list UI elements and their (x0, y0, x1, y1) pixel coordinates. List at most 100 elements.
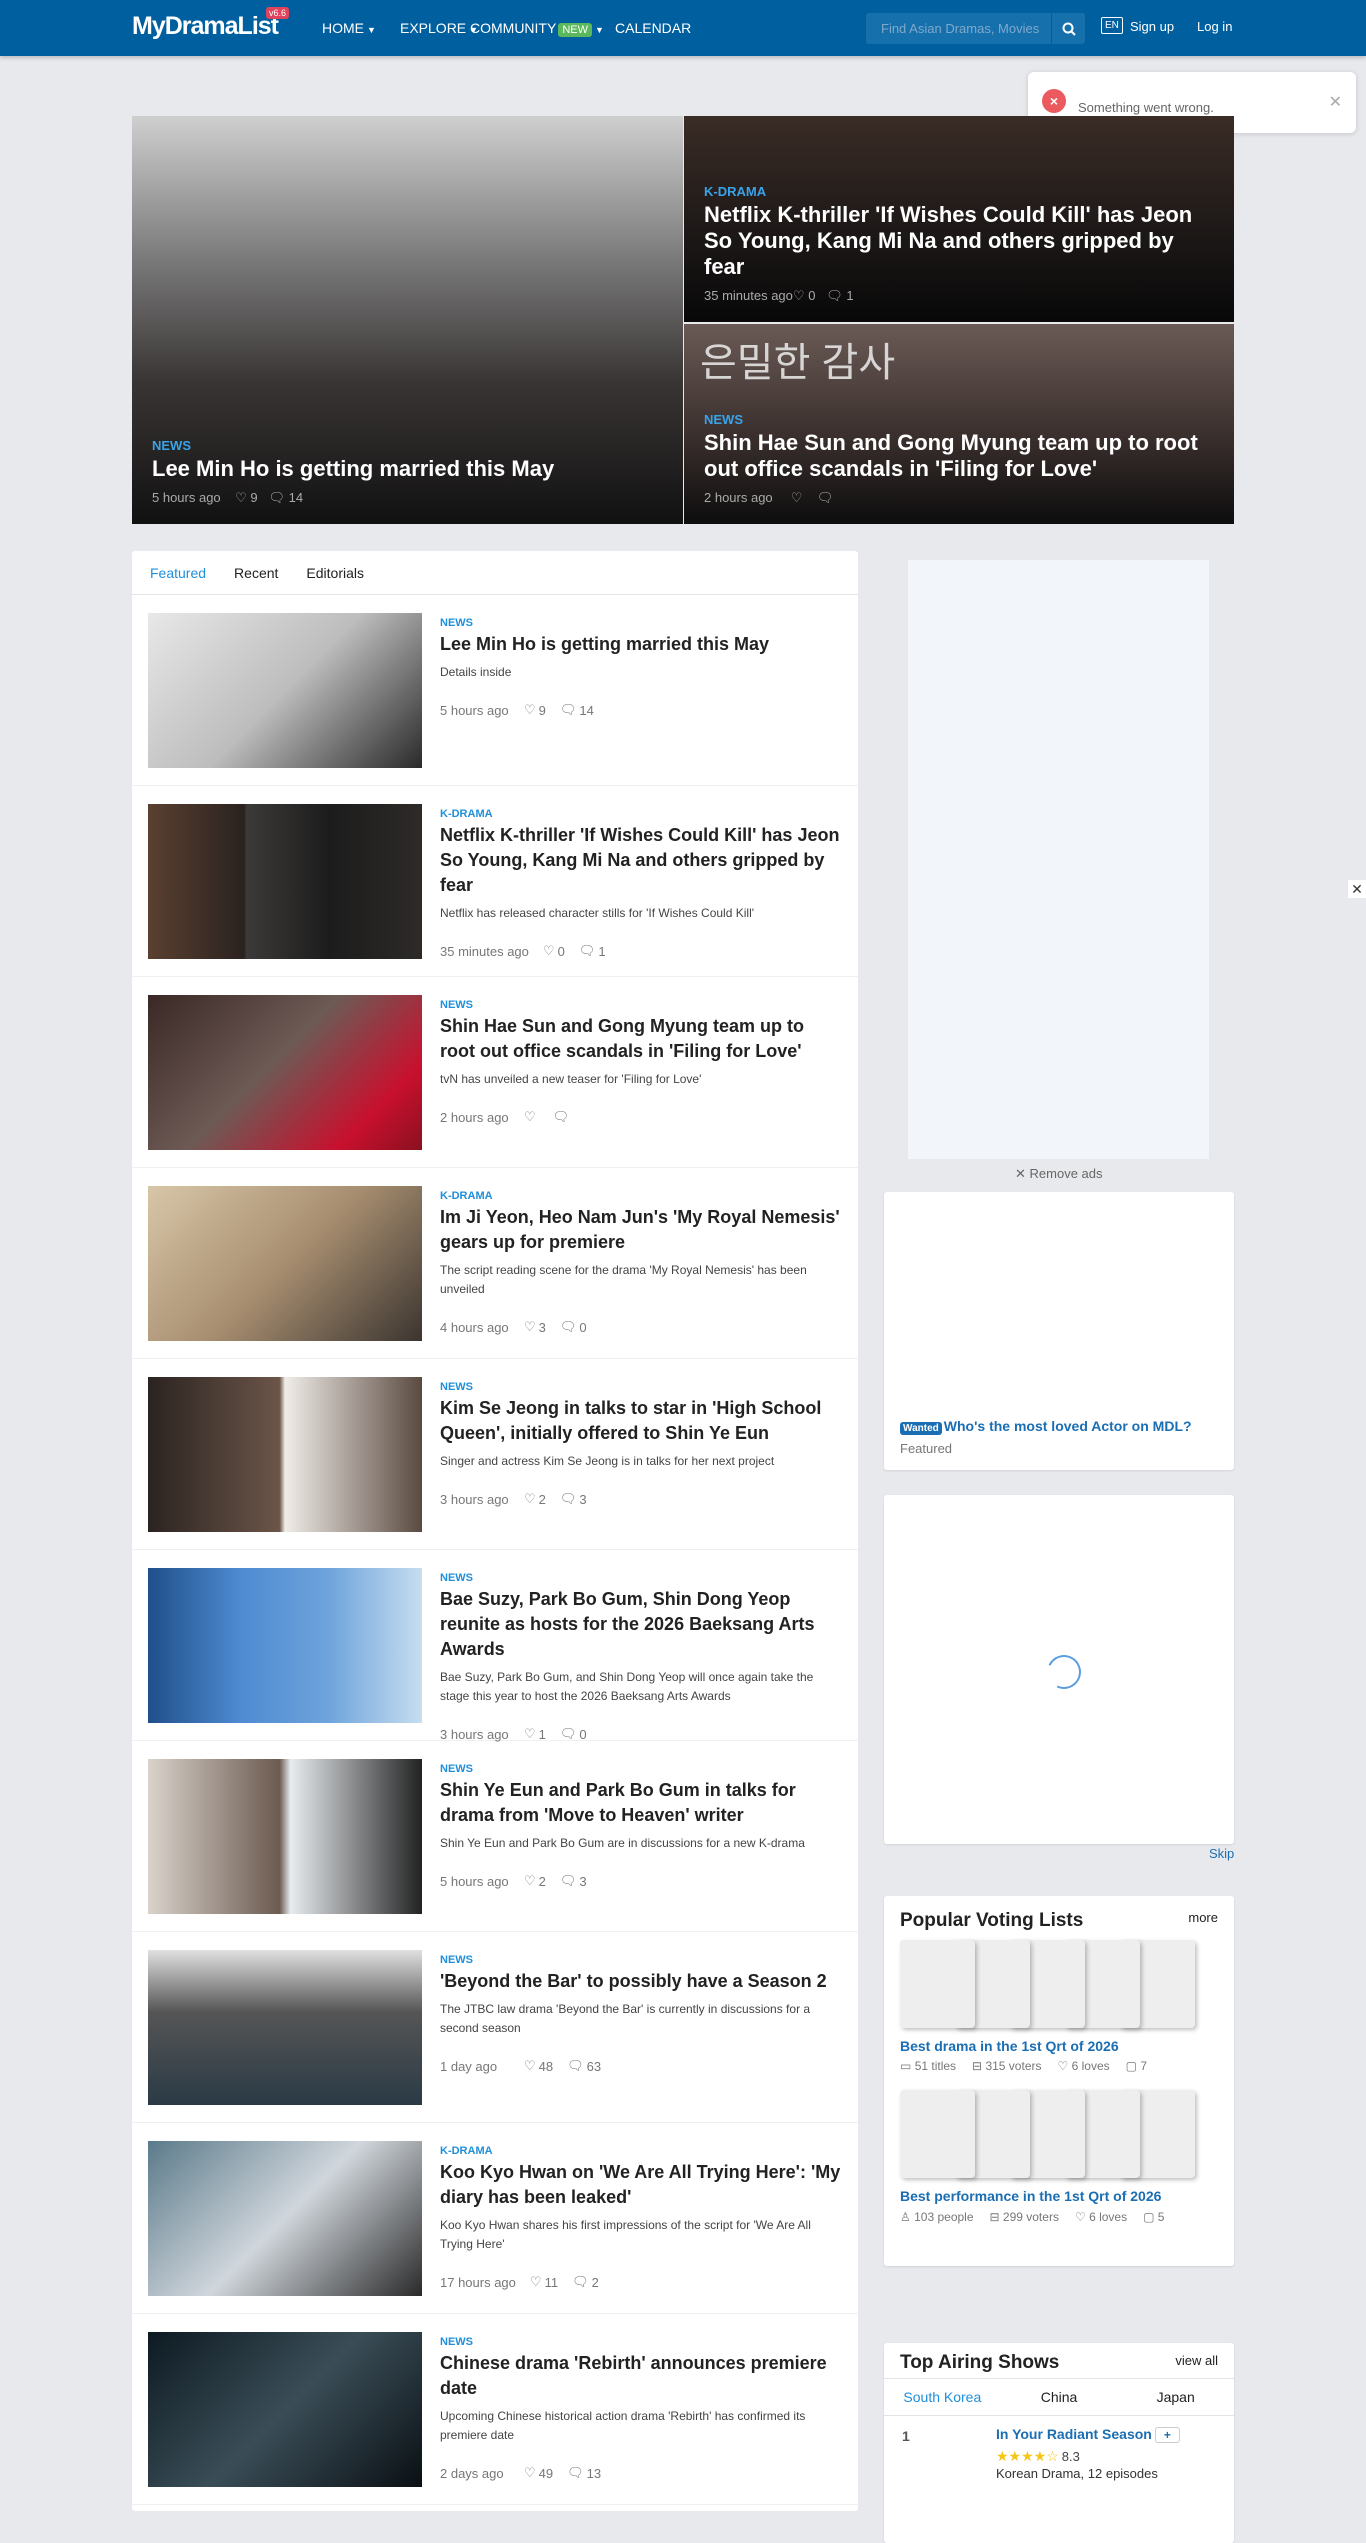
comments[interactable]: 🗨 3 (560, 1491, 587, 1507)
language-button[interactable]: EN (1101, 17, 1123, 34)
tab-featured[interactable]: Featured (150, 565, 206, 581)
article-thumbnail[interactable] (148, 1759, 422, 1914)
comments[interactable]: 🗨 13 (567, 2465, 601, 2481)
comments[interactable]: 🗨 14 (560, 702, 594, 718)
article-item[interactable]: K-DRAMA Koo Kyo Hwan on 'We Are All Tryi… (132, 2123, 858, 2314)
wanted-card[interactable]: Wanted Who's the most loved Actor on MDL?… (884, 1192, 1234, 1470)
article-category[interactable]: NEWS (440, 1763, 842, 1775)
comments[interactable]: 🗨 1 (579, 943, 606, 959)
likes[interactable]: ♡ 0 (543, 943, 565, 959)
tab-china[interactable]: China (1001, 2389, 1118, 2405)
more-link[interactable]: more (1188, 1910, 1218, 1925)
tab-japan[interactable]: Japan (1117, 2389, 1234, 2405)
article-item[interactable]: K-DRAMA Netflix K-thriller 'If Wishes Co… (132, 786, 858, 977)
likes[interactable]: ♡ 2 (524, 1491, 546, 1507)
voting-list-title[interactable]: Best drama in the 1st Qrt of 2026 (900, 2038, 1119, 2054)
likes[interactable]: ♡ 1 (524, 1726, 546, 1742)
tab-editorials[interactable]: Editorials (306, 565, 364, 581)
hero-title[interactable]: Shin Hae Sun and Gong Myung team up to r… (704, 430, 1214, 482)
article-thumbnail[interactable] (148, 995, 422, 1150)
article-category[interactable]: NEWS (440, 1954, 842, 1966)
list-thumbnails[interactable] (900, 2090, 1196, 2178)
likes[interactable]: ♡ 3 (524, 1319, 546, 1335)
article-category[interactable]: K-DRAMA (440, 2145, 842, 2157)
article-category[interactable]: NEWS (440, 2336, 842, 2348)
comments[interactable]: 🗨 63 (567, 2058, 601, 2074)
article-title[interactable]: Koo Kyo Hwan on 'We Are All Trying Here'… (440, 2160, 842, 2210)
likes[interactable]: ♡ 9 (524, 702, 546, 718)
article-title[interactable]: Netflix K-thriller 'If Wishes Could Kill… (440, 823, 842, 898)
article-title[interactable]: Bae Suzy, Park Bo Gum, Shin Dong Yeop re… (440, 1587, 842, 1662)
show-row: 1 In Your Radiant Season + ★★★★☆ 8.3 Korea… (884, 2416, 1234, 2481)
article-item[interactable]: NEWS 'Beyond the Bar' to possibly have a… (132, 1932, 858, 2123)
add-to-list-button[interactable]: + (1154, 2427, 1180, 2443)
article-item[interactable]: K-DRAMA Im Ji Yeon, Heo Nam Jun's 'My Ro… (132, 1168, 858, 1359)
search-button[interactable] (1051, 13, 1085, 44)
wanted-title[interactable]: Who's the most loved Actor on MDL? (944, 1418, 1192, 1434)
article-item[interactable]: NEWS Lee Min Ho is getting married this … (132, 595, 858, 786)
login-link[interactable]: Log in (1197, 19, 1232, 34)
article-item[interactable]: NEWS Chinese drama 'Rebirth' announces p… (132, 2314, 858, 2505)
article-description: tvN has unveiled a new teaser for 'Filin… (440, 1072, 702, 1086)
voting-list-title[interactable]: Best performance in the 1st Qrt of 2026 (900, 2188, 1161, 2204)
comments[interactable]: 🗨 0 (560, 1319, 587, 1335)
likes[interactable]: ♡ 49 (524, 2465, 553, 2481)
site-logo[interactable]: MyDramaList (132, 12, 279, 41)
article-title[interactable]: Chinese drama 'Rebirth' announces premie… (440, 2351, 842, 2401)
article-item[interactable]: NEWS Kim Se Jeong in talks to star in 'H… (132, 1359, 858, 1550)
comments-stat: ▢ 7 (1125, 2059, 1148, 2073)
hero-article-main[interactable]: NEWS Lee Min Ho is getting married this M… (132, 116, 683, 524)
remove-ads-link[interactable]: ✕ Remove ads (1015, 1166, 1103, 1182)
show-title[interactable]: In Your Radiant Season (996, 2426, 1152, 2442)
view-all-link[interactable]: view all (1175, 2353, 1218, 2368)
article-thumbnail[interactable] (148, 1568, 422, 1723)
article-thumbnail[interactable] (148, 2141, 422, 2296)
article-thumbnail[interactable] (148, 1950, 422, 2105)
article-category[interactable]: NEWS (440, 1572, 842, 1584)
hero-title[interactable]: Netflix K-thriller 'If Wishes Could Kill… (704, 202, 1214, 280)
article-title[interactable]: Shin Hae Sun and Gong Myung team up to r… (440, 1014, 842, 1064)
article-thumbnail[interactable] (148, 804, 422, 959)
article-title[interactable]: Shin Ye Eun and Park Bo Gum in talks for… (440, 1778, 842, 1828)
article-title[interactable]: Im Ji Yeon, Heo Nam Jun's 'My Royal Neme… (440, 1205, 842, 1255)
hero-article-3[interactable]: 은밀한 감사 NEWS Shin Hae Sun and Gong Myung t… (684, 324, 1234, 524)
article-item[interactable]: NEWS Bae Suzy, Park Bo Gum, Shin Dong Ye… (132, 1550, 858, 1742)
nav-home[interactable]: HOME ▼ (322, 20, 376, 36)
article-thumbnail[interactable] (148, 1186, 422, 1341)
article-title[interactable]: Kim Se Jeong in talks to star in 'High S… (440, 1396, 842, 1446)
likes[interactable]: ♡ 11 (530, 2274, 558, 2290)
comments[interactable]: 🗨 3 (560, 1873, 587, 1889)
hero-title[interactable]: Lee Min Ho is getting married this May (152, 456, 663, 482)
tab-south-korea[interactable]: South Korea (884, 2389, 1001, 2405)
article-category[interactable]: NEWS (440, 617, 842, 629)
nav-explore[interactable]: EXPLORE ▼ (400, 20, 478, 36)
article-category[interactable]: NEWS (440, 999, 842, 1011)
nav-calendar[interactable]: CALENDAR (615, 20, 691, 36)
article-category[interactable]: NEWS (440, 1381, 842, 1393)
likes[interactable]: ♡ 2 (524, 1873, 546, 1889)
comments[interactable]: 🗨 0 (560, 1726, 587, 1742)
article-title[interactable]: 'Beyond the Bar' to possibly have a Seas… (440, 1969, 842, 1994)
nav-community[interactable]: COMMUNITY NEW ▼ (470, 20, 604, 37)
article-description: Details inside (440, 665, 512, 679)
hero-article-2[interactable]: K-DRAMA Netflix K-thriller 'If Wishes Cou… (684, 116, 1234, 322)
article-category[interactable]: K-DRAMA (440, 1190, 842, 1202)
search-input[interactable] (866, 13, 1051, 44)
article-thumbnail[interactable] (148, 2332, 422, 2487)
comments[interactable]: 🗨 (553, 1109, 573, 1125)
close-icon[interactable]: ✕ (1329, 92, 1342, 112)
article-item[interactable]: NEWS Shin Ye Eun and Park Bo Gum in talk… (132, 1741, 858, 1932)
close-icon[interactable]: ✕ (1348, 880, 1366, 898)
article-category[interactable]: K-DRAMA (440, 808, 842, 820)
skip-link[interactable]: Skip (1209, 1846, 1234, 1861)
likes[interactable]: ♡ (524, 1109, 539, 1125)
article-title[interactable]: Lee Min Ho is getting married this May (440, 632, 842, 657)
list-thumbnails[interactable] (900, 1940, 1196, 2028)
article-thumbnail[interactable] (148, 613, 422, 768)
signup-link[interactable]: Sign up (1130, 19, 1174, 34)
article-item[interactable]: NEWS Shin Hae Sun and Gong Myung team up… (132, 977, 858, 1168)
likes[interactable]: ♡ 48 (524, 2058, 553, 2074)
tab-recent[interactable]: Recent (234, 565, 278, 581)
comments[interactable]: 🗨 2 (572, 2274, 599, 2290)
article-thumbnail[interactable] (148, 1377, 422, 1532)
